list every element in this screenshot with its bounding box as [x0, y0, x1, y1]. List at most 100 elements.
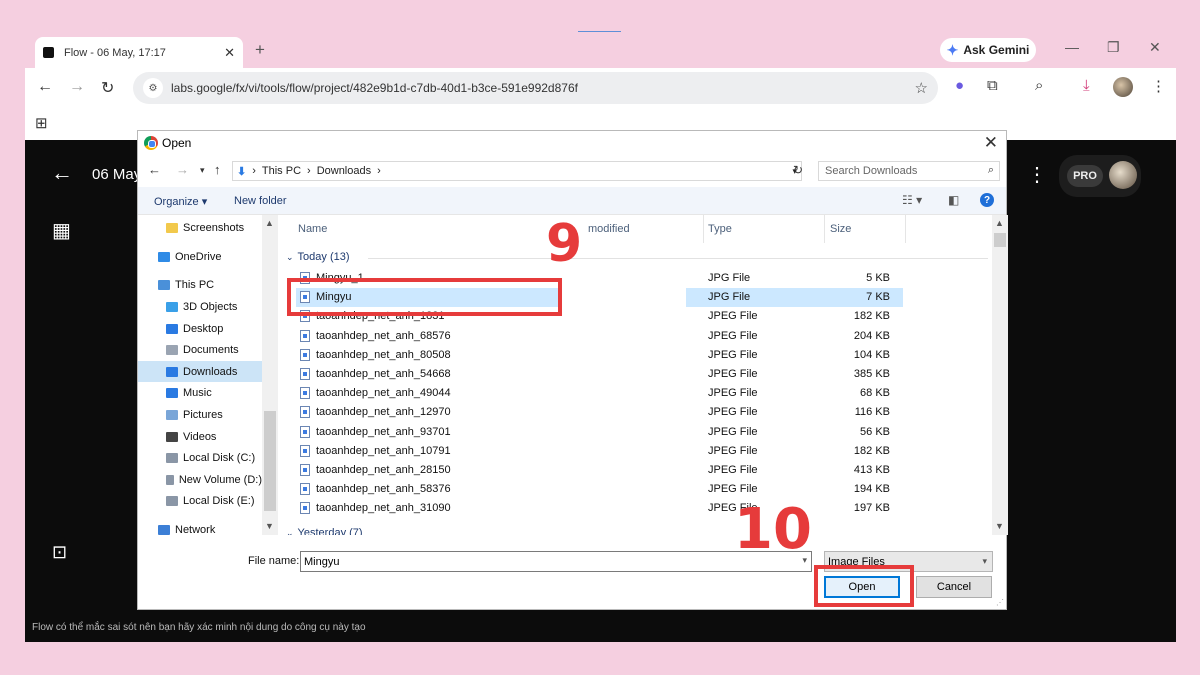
breadcrumb-this-pc[interactable]: This PC	[262, 165, 301, 177]
address-bar[interactable]: ⚙ labs.google/fx/vi/tools/flow/project/4…	[133, 72, 938, 104]
view-options-icon[interactable]: ☷ ▾	[902, 193, 922, 207]
nav-scroll-thumb[interactable]	[264, 411, 276, 511]
scroll-up-icon[interactable]: ▲	[995, 218, 1004, 228]
column-header-size[interactable]: Size	[830, 223, 851, 235]
group-header-yesterday[interactable]: ⌄ Yesterday (7)	[286, 527, 363, 535]
page-menu-icon[interactable]: ⋮	[1027, 162, 1047, 187]
file-list-scrollbar[interactable]: ▲ ▼	[992, 215, 1008, 535]
nav-item[interactable]: New Volume (D:)	[138, 469, 262, 490]
restore-icon[interactable]: ❐	[1107, 39, 1120, 56]
file-row[interactable]: taoanhdep_net_anh_49044 JPEG File 68 KB	[288, 384, 903, 403]
nav-item[interactable]: Screenshots	[138, 217, 262, 238]
download-icon[interactable]: ⤓	[1083, 77, 1090, 94]
nav-item[interactable]: Music	[138, 382, 262, 403]
new-tab-button[interactable]: +	[255, 40, 265, 60]
group-header-today[interactable]: ⌄ Today (13)	[286, 251, 350, 263]
file-row[interactable]: taoanhdep_net_anh_93701 JPEG File 56 KB	[288, 423, 903, 442]
file-size: 197 KB	[853, 502, 890, 515]
organize-button[interactable]: Organize ▾	[154, 195, 207, 208]
nav-item[interactable]: Local Disk (C:)	[138, 447, 262, 468]
apps-grid-icon[interactable]: ⊞	[35, 114, 48, 132]
minimize-icon[interactable]: —	[1065, 39, 1079, 55]
column-divider[interactable]	[905, 215, 906, 243]
resize-grip-icon[interactable]: ⋰	[996, 598, 1004, 607]
browser-toolbar: ← → ↻ ⚙ labs.google/fx/vi/tools/flow/pro…	[25, 68, 1176, 108]
scroll-down-icon[interactable]: ▼	[265, 521, 274, 531]
scroll-down-icon[interactable]: ▼	[995, 521, 1004, 531]
project-back-icon[interactable]: ←	[51, 160, 73, 186]
bookmark-star-icon[interactable]: ☆	[915, 79, 928, 97]
nav-item[interactable]: Network	[138, 519, 262, 535]
forward-arrow-icon[interactable]: →	[69, 78, 85, 96]
back-arrow-icon[interactable]: ←	[37, 78, 53, 96]
nav-item[interactable]: Downloads	[138, 361, 262, 382]
tab-close-icon[interactable]: ✕	[224, 45, 235, 61]
up-folder-icon[interactable]: ↑	[214, 162, 221, 177]
dialog-forward-icon[interactable]: →	[176, 162, 189, 177]
nav-item[interactable]: Pictures	[138, 404, 262, 425]
dialog-refresh-icon[interactable]: ↻	[793, 163, 803, 177]
column-divider[interactable]	[824, 215, 825, 243]
dialog-close-icon[interactable]: ✕	[984, 133, 998, 153]
flow-favicon-icon	[43, 47, 54, 58]
nav-scrollbar[interactable]: ▲ ▼	[262, 215, 278, 535]
column-header-name[interactable]: Name	[298, 223, 327, 235]
window-close-icon[interactable]: ✕	[1149, 39, 1161, 56]
file-type: JPEG File	[708, 310, 758, 323]
account-avatar[interactable]	[1109, 161, 1137, 189]
nav-item-label: 3D Objects	[183, 300, 238, 313]
nav-item[interactable]: Videos	[138, 426, 262, 447]
file-size: 413 KB	[853, 464, 890, 476]
reload-icon[interactable]: ↻	[101, 78, 114, 98]
nav-item[interactable]: Local Disk (E:)	[138, 490, 262, 511]
nav-item-label: Desktop	[183, 322, 224, 335]
file-row[interactable]: taoanhdep_net_anh_68576 JPEG File 204 KB	[288, 327, 903, 346]
column-divider[interactable]	[703, 215, 704, 243]
nav-item[interactable]: OneDrive	[138, 246, 262, 267]
extension-bot-icon[interactable]: ●	[955, 77, 964, 94]
file-name: taoanhdep_net_anh_10791	[316, 444, 451, 457]
site-info-icon[interactable]: ⚙	[143, 78, 163, 98]
breadcrumb-downloads[interactable]: Downloads	[317, 165, 371, 177]
browser-tab[interactable]: Flow - 06 May, 17:17 ✕	[35, 37, 243, 68]
archive-download-icon[interactable]: ⊡	[52, 542, 67, 563]
nav-item[interactable]: Desktop	[138, 318, 262, 339]
column-header-modified[interactable]: modified	[588, 223, 630, 235]
extensions-puzzle-icon[interactable]: ⧉	[987, 77, 998, 94]
search-downloads-input[interactable]: Search Downloads ⌕	[818, 161, 1000, 181]
file-type-dropdown-icon[interactable]: ▾	[982, 556, 987, 567]
menu-kebab-icon[interactable]: ⋮	[1151, 77, 1166, 95]
nav-item[interactable]: Documents	[138, 339, 262, 360]
file-row[interactable]: taoanhdep_net_anh_80508 JPEG File 104 KB	[288, 346, 903, 365]
ask-gemini-button[interactable]: ✦ Ask Gemini	[940, 38, 1036, 62]
file-size: 204 KB	[853, 329, 890, 342]
media-search-icon[interactable]: ⌕	[1035, 77, 1043, 94]
file-row[interactable]: taoanhdep_net_anh_28150 JPEG File 413 KB	[288, 461, 903, 480]
file-row[interactable]: taoanhdep_net_anh_10791 JPEG File 182 KB	[288, 442, 903, 461]
cancel-button[interactable]: Cancel	[916, 576, 992, 598]
scroll-up-icon[interactable]: ▲	[265, 218, 274, 228]
file-row[interactable]: taoanhdep_net_anh_12970 JPEG File 116 KB	[288, 403, 903, 422]
step-9-highlight-box	[287, 278, 562, 316]
file-list-scroll-thumb[interactable]	[994, 233, 1006, 247]
image-file-icon	[300, 329, 310, 342]
preview-pane-icon[interactable]: ◧	[948, 193, 959, 207]
new-folder-button[interactable]: New folder	[234, 195, 287, 207]
recent-locations-icon[interactable]: ▾	[200, 165, 205, 176]
file-row[interactable]: taoanhdep_net_anh_54668 JPEG File 385 KB	[288, 365, 903, 384]
nav-item[interactable]: 3D Objects	[138, 296, 262, 317]
column-header-type[interactable]: Type	[708, 223, 732, 235]
scenes-grid-icon[interactable]: ▦	[52, 218, 71, 243]
nav-item-icon	[158, 524, 170, 535]
search-placeholder: Search Downloads	[825, 165, 918, 177]
nav-item[interactable]: This PC	[138, 274, 262, 295]
breadcrumb[interactable]: ⬇ › This PC › Downloads › ▾	[232, 161, 802, 181]
account-pill[interactable]: PRO	[1059, 155, 1141, 197]
nav-item-icon	[166, 344, 178, 355]
collapse-chevron-icon[interactable]: ⌄	[286, 528, 294, 536]
help-icon[interactable]: ?	[980, 193, 994, 207]
collapse-chevron-icon[interactable]: ⌄	[286, 252, 294, 263]
profile-avatar[interactable]	[1113, 77, 1133, 97]
dialog-back-icon[interactable]: ←	[148, 162, 161, 177]
nav-item-label: New Volume (D:)	[178, 473, 262, 486]
